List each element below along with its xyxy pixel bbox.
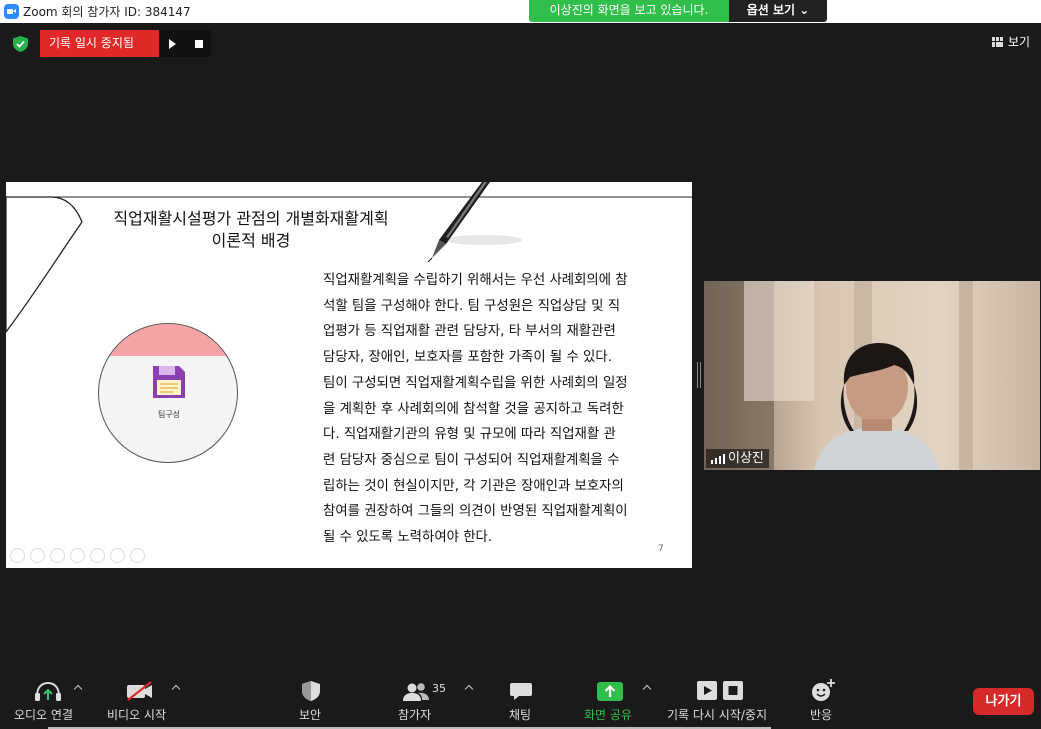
chat-label: 채팅 [509, 708, 532, 722]
reactions-label: 반응 [810, 708, 833, 722]
page-curl-decoration [6, 196, 126, 333]
slide-title-line-1: 직업재활시설평가 관점의 개별화재활계획 [113, 209, 389, 228]
participants-label: 참가자 [398, 708, 432, 722]
pen-tool-icon[interactable] [50, 548, 65, 563]
slideshow-tools [10, 548, 145, 563]
team-composition-circle: 팀구성 [98, 323, 238, 463]
participant-name: 이상진 [728, 451, 764, 466]
slide-page-number: 7 [658, 544, 664, 554]
more-options-icon[interactable] [130, 548, 145, 563]
view-button-label: 보기 [1008, 35, 1031, 49]
slide-body-text: 직업재활계획을 수립하기 위해서는 우선 사례회의에 참 석할 팀을 구성해야 … [323, 268, 653, 551]
previous-slide-icon[interactable] [10, 548, 25, 563]
audio-options-caret[interactable] [74, 683, 82, 691]
recording-paused-status: 기록 일시 중지됨 [40, 30, 159, 57]
share-options-caret[interactable] [643, 683, 651, 691]
resume-stop-recording-icon [697, 681, 743, 700]
recording-resume-stop-label: 기록 다시 시작/중지 [667, 708, 767, 722]
share-screen-icon [597, 682, 623, 701]
body-line: 련 담당자 중심으로 팀이 구성되어 직업재활계획을 수 [323, 452, 620, 468]
signal-strength-icon [711, 454, 725, 464]
slide-title: 직업재활시설평가 관점의 개별화재활계획 이론적 배경 [86, 208, 416, 252]
next-slide-icon[interactable] [30, 548, 45, 563]
body-line: 립하는 것이 현실이지만, 각 기관은 장애인과 보호자의 [323, 478, 624, 494]
grid-view-icon [992, 37, 1003, 47]
participant-video-image [704, 281, 1040, 470]
zoom-slide-icon[interactable] [90, 548, 105, 563]
chat-bubble-icon [510, 683, 532, 700]
circle-label: 팀구성 [157, 410, 181, 419]
circle-cap [99, 324, 237, 356]
stop-recording-icon[interactable] [195, 40, 203, 48]
floppy-disk-icon [153, 366, 185, 398]
video-off-icon [127, 681, 152, 701]
zoom-window: Zoom 회의 참가자 ID: 384147 이상진의 화면을 보고 있습니다.… [0, 0, 1041, 729]
slide-top-border [6, 196, 692, 198]
subtitles-icon[interactable] [110, 548, 125, 563]
body-line: 다. 직업재활기관의 유형 및 규모에 따라 직업재활 관 [323, 427, 616, 443]
title-bar: Zoom 회의 참가자 ID: 384147 [0, 0, 1041, 23]
body-line: 을 계획한 후 사례회의에 참석할 것을 공지하고 독려한 [323, 401, 624, 417]
body-line: 직업재활계획을 수립하기 위해서는 우선 사례회의에 참 [323, 273, 628, 288]
start-video-label: 비디오 시작 [107, 708, 167, 722]
share-screen-label: 화면 공유 [584, 708, 632, 722]
participants-options-caret[interactable] [465, 683, 473, 691]
screen-share-banner: 이상진의 화면을 보고 있습니다. 옵션 보기 ⌄ [529, 0, 827, 22]
body-line: 업평가 등 직업재활 관련 담당자, 타 부서의 재활관련 [323, 324, 616, 340]
video-options-caret[interactable] [172, 683, 180, 691]
recording-controls [159, 30, 211, 57]
shared-screen-slide: 직업재활시설평가 관점의 개별화재활계획 이론적 배경 팀구성 직업재활계획을 [6, 182, 692, 568]
panel-splitter-handle[interactable] [697, 362, 701, 388]
body-line: 담당자, 장애인, 보호자를 포함한 가족이 될 수 있다. [323, 350, 612, 366]
slide-title-line-2: 이론적 배경 [211, 231, 291, 250]
window-title: Zoom 회의 참가자 ID: 384147 [23, 5, 191, 19]
participant-name-tag: 이상진 [706, 449, 769, 468]
body-line: 팀이 구성되면 직업재활계획수립을 위한 사례회의 일정 [323, 375, 628, 391]
body-line: 석할 팀을 구성해야 한다. 팀 구성원은 직업상담 및 직 [323, 298, 621, 314]
leave-meeting-button[interactable]: 나가기 [973, 688, 1034, 715]
audio-connect-label: 오디오 연결 [14, 708, 74, 722]
zoom-logo-icon [4, 4, 19, 19]
emoji-add-icon [812, 679, 835, 701]
encryption-shield-icon[interactable] [13, 36, 28, 52]
headphones-icon [35, 681, 61, 701]
body-line: 될 수 있도록 노력하여야 한다. [323, 530, 493, 546]
body-line: 참여를 권장하여 그들의 의견이 반영된 직업재활계획이 [323, 504, 628, 520]
view-button[interactable]: 보기 [986, 30, 1038, 54]
participants-icon [403, 683, 429, 701]
view-options-button[interactable]: 옵션 보기 ⌄ [729, 0, 827, 22]
slides-overview-icon[interactable] [70, 548, 85, 563]
pen-icon [427, 182, 522, 262]
security-label: 보안 [299, 708, 322, 722]
participant-video-tile[interactable]: 이상진 [704, 281, 1040, 470]
resume-recording-icon[interactable] [169, 39, 176, 49]
participants-count: 35 [432, 682, 446, 695]
shield-icon [302, 681, 320, 701]
share-message: 이상진의 화면을 보고 있습니다. [529, 0, 729, 22]
